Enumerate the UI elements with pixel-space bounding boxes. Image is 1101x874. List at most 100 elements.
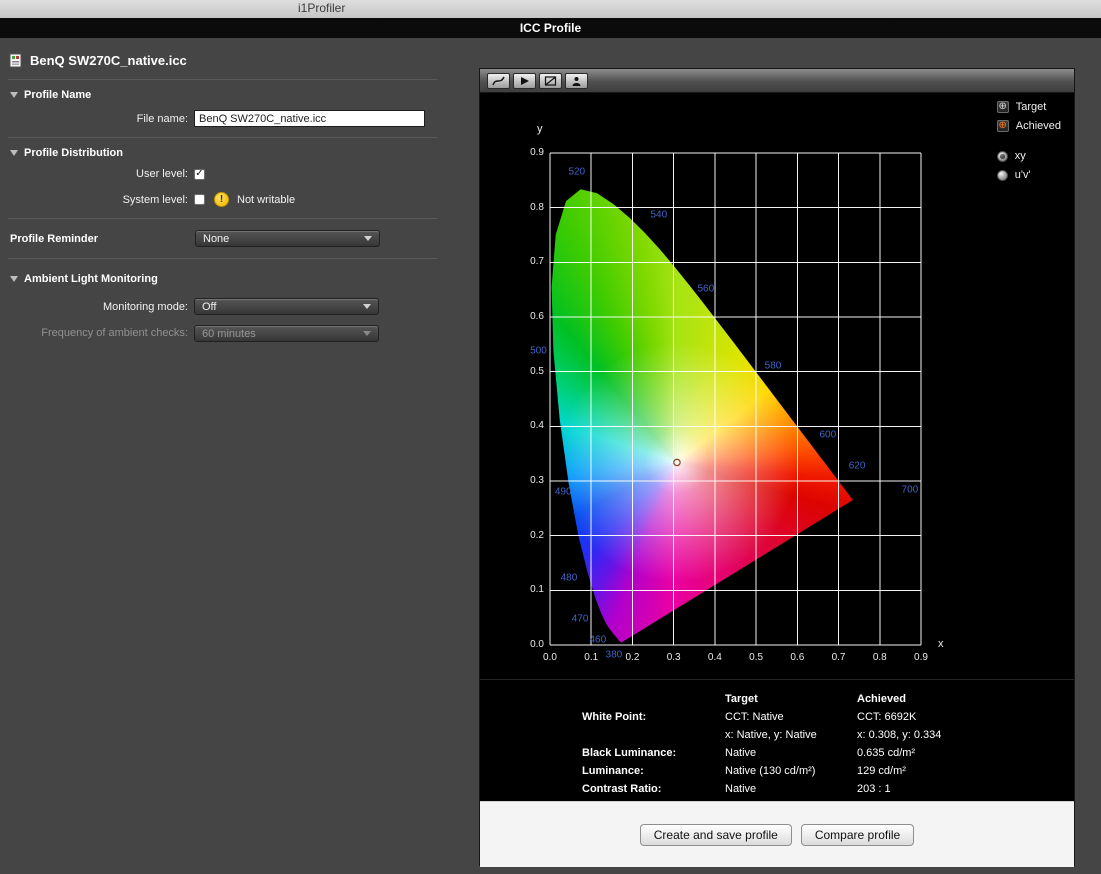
x-tick-label: 0.0 (537, 652, 563, 663)
divider (8, 218, 437, 219)
radio-button-icon (997, 151, 1008, 162)
wavelength-label: 500 (530, 345, 547, 356)
profile-reminder-row: Profile Reminder None (10, 230, 478, 247)
wavelength-label: 480 (561, 572, 578, 583)
table-row: Luminance: Native (130 cd/m²) 129 cd/m² (582, 762, 1074, 780)
wavelength-label: 490 (555, 486, 572, 497)
radio-button-icon (997, 170, 1008, 181)
action-buttons-bar: Create and save profile Compare profile (480, 801, 1074, 867)
white-point-marker (671, 456, 683, 468)
y-tick-label: 0.1 (518, 584, 544, 595)
monitoring-mode-dropdown[interactable]: Off (194, 298, 379, 315)
create-save-profile-button[interactable]: Create and save profile (640, 824, 792, 846)
radio-xy[interactable]: xy (997, 150, 1061, 162)
y-axis-label: y (537, 123, 543, 135)
user-level-label: User level: (0, 168, 188, 180)
file-name-input[interactable] (194, 110, 425, 127)
y-tick-label: 0.4 (518, 420, 544, 431)
table-row: x: Native, y: Native x: 0.308, y: 0.334 (582, 726, 1074, 744)
curve-icon (492, 76, 505, 86)
chart-toolbar (480, 69, 1074, 93)
warning-icon: ! (214, 192, 229, 207)
window-titlebar: i1Profiler (0, 0, 1101, 18)
radio-uv[interactable]: u'v' (997, 169, 1061, 181)
chart-legend: ⊕ Target ⊕ Achieved xy u'v' (997, 101, 1061, 181)
x-tick-label: 0.7 (826, 652, 852, 663)
x-axis-label: x (938, 638, 944, 650)
file-name-row: File name: (0, 110, 478, 127)
system-level-label: System level: (0, 194, 188, 206)
summary-header-row: Target Achieved (582, 690, 1074, 708)
x-tick-label: 0.8 (867, 652, 893, 663)
wavelength-label: 520 (568, 167, 585, 178)
x-tick-label: 0.9 (908, 652, 934, 663)
not-writable-text: Not writable (237, 194, 295, 206)
profile-reminder-label: Profile Reminder (10, 233, 195, 245)
table-row: White Point: CCT: Native CCT: 6692K (582, 708, 1074, 726)
frequency-dropdown: 60 minutes (194, 325, 379, 342)
section-ambient-light[interactable]: Ambient Light Monitoring (10, 273, 478, 285)
divider (8, 79, 437, 80)
profile-reminder-dropdown[interactable]: None (195, 230, 380, 247)
profile-file-icon (8, 53, 23, 68)
system-level-row: System level: ! Not writable (0, 192, 478, 207)
user-level-checkbox[interactable]: ✓ (194, 169, 205, 180)
main-content: BenQ SW270C_native.icc Profile Name File… (0, 38, 1101, 866)
disclosure-triangle-icon (10, 276, 18, 282)
wavelength-label: 620 (849, 461, 866, 472)
plot-area: 520540560580600620700500490480470460380 (550, 153, 921, 645)
y-tick-label: 0.6 (518, 311, 544, 322)
frequency-label: Frequency of ambient checks: (0, 328, 188, 339)
monitoring-mode-label: Monitoring mode: (0, 301, 188, 313)
chevron-down-icon (363, 304, 371, 309)
chromaticity-chart: y x 520540560580600620700500490480470460… (480, 93, 1074, 679)
user-icon (570, 76, 583, 86)
wavelength-label: 600 (819, 430, 836, 441)
x-tick-label: 0.5 (743, 652, 769, 663)
y-tick-label: 0.9 (518, 147, 544, 158)
system-level-checkbox[interactable] (194, 194, 205, 205)
chevron-down-icon (363, 331, 371, 336)
tool-user-button[interactable] (565, 73, 588, 89)
x-tick-label: 0.6 (784, 652, 810, 663)
wavelength-label: 460 (589, 635, 606, 646)
tool-curve-button[interactable] (487, 73, 510, 89)
profile-title-row: BenQ SW270C_native.icc (8, 53, 478, 68)
wavelength-label: 560 (697, 284, 714, 295)
x-tick-label: 0.4 (702, 652, 728, 663)
diagonal-box-icon (544, 76, 557, 86)
section-profile-distribution[interactable]: Profile Distribution (10, 147, 478, 159)
x-tick-label: 0.1 (578, 652, 604, 663)
wavelength-label: 470 (572, 613, 589, 624)
y-tick-label: 0.3 (518, 475, 544, 486)
disclosure-triangle-icon (10, 150, 18, 156)
wavelength-label: 540 (650, 209, 667, 220)
table-row: Contrast Ratio: Native 203 : 1 (582, 780, 1074, 798)
wavelength-label: 700 (902, 484, 919, 495)
window-title: i1Profiler (298, 1, 345, 15)
divider (8, 258, 437, 259)
checkmark-icon: ✓ (195, 169, 203, 179)
tool-play-button[interactable] (513, 73, 536, 89)
compare-profile-button[interactable]: Compare profile (801, 824, 914, 846)
legend-target: ⊕ Target (997, 101, 1061, 113)
x-tick-label: 0.3 (661, 652, 687, 663)
y-tick-label: 0.2 (518, 530, 544, 541)
y-tick-label: 0.8 (518, 202, 544, 213)
divider (8, 137, 437, 138)
section-profile-name[interactable]: Profile Name (10, 89, 478, 101)
file-name-label: File name: (0, 113, 188, 125)
chevron-down-icon (364, 236, 372, 241)
y-tick-label: 0.5 (518, 366, 544, 377)
disclosure-triangle-icon (10, 92, 18, 98)
icc-profile-header-bar: ICC Profile (0, 18, 1101, 38)
chart-grid (550, 153, 921, 645)
chart-panel: y x 520540560580600620700500490480470460… (479, 68, 1075, 866)
user-level-row: User level: ✓ (0, 168, 478, 180)
achieved-marker-icon: ⊕ (997, 120, 1009, 132)
profile-name-title: BenQ SW270C_native.icc (30, 53, 187, 68)
monitoring-mode-row: Monitoring mode: Off (0, 298, 478, 315)
tool-diagonal-button[interactable] (539, 73, 562, 89)
legend-spacer (997, 139, 1061, 143)
page-title: ICC Profile (520, 21, 581, 35)
